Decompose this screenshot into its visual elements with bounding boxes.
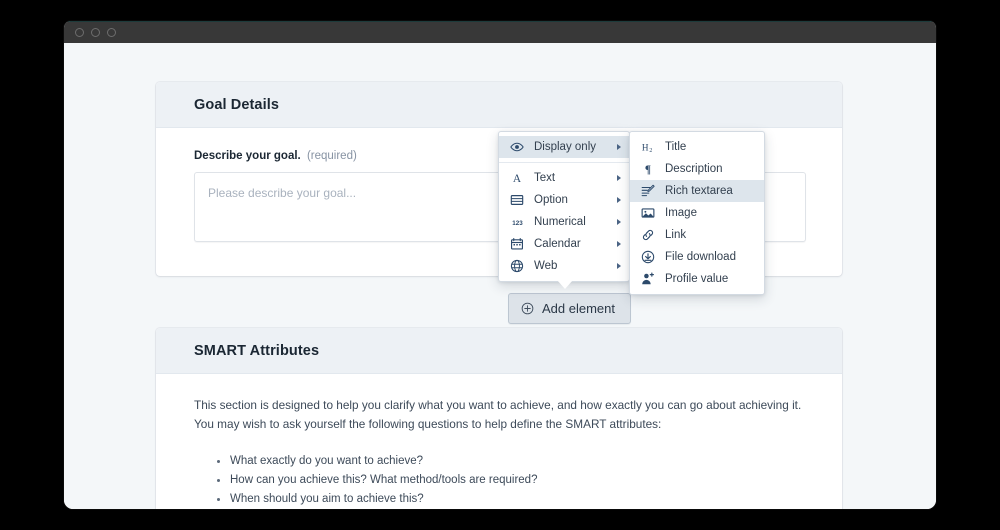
svg-text:A: A xyxy=(513,173,522,185)
add-element-wrap: Add element xyxy=(508,293,631,324)
submenu-item-title[interactable]: H 2 Title xyxy=(630,136,764,158)
list-item: How can you achieve this? What method/to… xyxy=(214,473,804,492)
rich-text-icon xyxy=(641,184,658,198)
add-element-label: Add element xyxy=(542,301,615,316)
chevron-right-icon xyxy=(617,175,621,181)
profile-add-icon xyxy=(641,272,658,286)
calendar-icon xyxy=(510,237,527,251)
browser-window: Goal Details Describe your goal. (requir… xyxy=(64,21,936,509)
menu-item-calendar[interactable]: Calendar xyxy=(499,233,629,255)
chevron-right-icon xyxy=(617,241,621,247)
page-canvas: Goal Details Describe your goal. (requir… xyxy=(64,43,936,509)
chevron-right-icon xyxy=(617,197,621,203)
describe-goal-placeholder: Please describe your goal... xyxy=(208,186,357,200)
globe-icon xyxy=(510,259,527,273)
chevron-right-icon xyxy=(617,144,621,150)
smart-attributes-title: SMART Attributes xyxy=(194,343,320,359)
menu-separator xyxy=(499,162,629,163)
image-icon xyxy=(641,206,658,220)
svg-text:123: 123 xyxy=(512,220,523,227)
submenu-item-profile-value[interactable]: Profile value xyxy=(630,268,764,290)
smart-attributes-header: SMART Attributes xyxy=(156,328,842,374)
submenu-item-rich-textarea[interactable]: Rich textarea xyxy=(630,180,764,202)
menu-item-web[interactable]: Web xyxy=(499,255,629,277)
option-list-icon xyxy=(510,193,527,207)
window-titlebar xyxy=(64,21,936,43)
menu-item-label: Display only xyxy=(534,141,596,153)
minimize-icon[interactable] xyxy=(91,28,100,37)
list-item: What exactly do you want to achieve? xyxy=(214,454,804,473)
menu-item-display-only[interactable]: Display only xyxy=(499,136,629,158)
menu-item-option[interactable]: Option xyxy=(499,189,629,211)
submenu-item-image[interactable]: Image xyxy=(630,202,764,224)
submenu-item-label: Profile value xyxy=(665,273,729,285)
submenu-item-file-download[interactable]: File download xyxy=(630,246,764,268)
add-element-button[interactable]: Add element xyxy=(508,293,631,324)
smart-attributes-paragraph: This section is designed to help you cla… xyxy=(194,398,802,432)
menu-item-label: Calendar xyxy=(534,238,581,250)
chevron-right-icon xyxy=(617,219,621,225)
pilcrow-icon: ¶ xyxy=(641,162,658,176)
maximize-icon[interactable] xyxy=(107,28,116,37)
list-item: When should you aim to achieve this? xyxy=(214,492,804,509)
close-icon[interactable] xyxy=(75,28,84,37)
smart-attributes-body: This section is designed to help you cla… xyxy=(156,374,842,509)
eye-icon xyxy=(510,140,527,154)
numeric-123-icon: 123 xyxy=(510,215,527,229)
menu-item-label: Web xyxy=(534,260,558,272)
describe-goal-label-text: Describe your goal. xyxy=(194,150,301,162)
page-title: Goal Details xyxy=(194,97,280,113)
svg-text:2: 2 xyxy=(649,148,652,154)
svg-text:¶: ¶ xyxy=(645,164,651,176)
link-icon xyxy=(641,228,658,242)
display-only-submenu[interactable]: H 2 Title ¶ Description Rich textarea Im… xyxy=(629,131,765,295)
menu-caret-icon xyxy=(557,280,573,289)
submenu-item-description[interactable]: ¶ Description xyxy=(630,158,764,180)
required-indicator: (required) xyxy=(306,150,357,162)
goal-details-header: Goal Details xyxy=(156,82,842,128)
heading-h2-icon: H 2 xyxy=(641,140,658,154)
submenu-item-label: Image xyxy=(665,207,697,219)
submenu-item-link[interactable]: Link xyxy=(630,224,764,246)
element-type-menu[interactable]: Display only A Text Option 123 Numerical… xyxy=(498,131,630,282)
menu-item-text[interactable]: A Text xyxy=(499,167,629,189)
smart-questions-list: What exactly do you want to achieve? How… xyxy=(214,454,804,509)
menu-item-label: Numerical xyxy=(534,216,586,228)
download-icon xyxy=(641,250,658,264)
menu-item-label: Option xyxy=(534,194,568,206)
letter-a-icon: A xyxy=(510,171,527,185)
menu-item-numerical[interactable]: 123 Numerical xyxy=(499,211,629,233)
smart-attributes-card: SMART Attributes This section is designe… xyxy=(156,328,842,509)
submenu-item-label: File download xyxy=(665,251,736,263)
submenu-item-label: Title xyxy=(665,141,687,153)
menu-item-label: Text xyxy=(534,172,556,184)
submenu-item-label: Description xyxy=(665,163,723,175)
svg-text:H: H xyxy=(642,142,649,152)
chevron-right-icon xyxy=(617,263,621,269)
submenu-item-label: Rich textarea xyxy=(665,185,733,197)
submenu-item-label: Link xyxy=(665,229,687,241)
plus-circle-icon xyxy=(521,302,534,315)
